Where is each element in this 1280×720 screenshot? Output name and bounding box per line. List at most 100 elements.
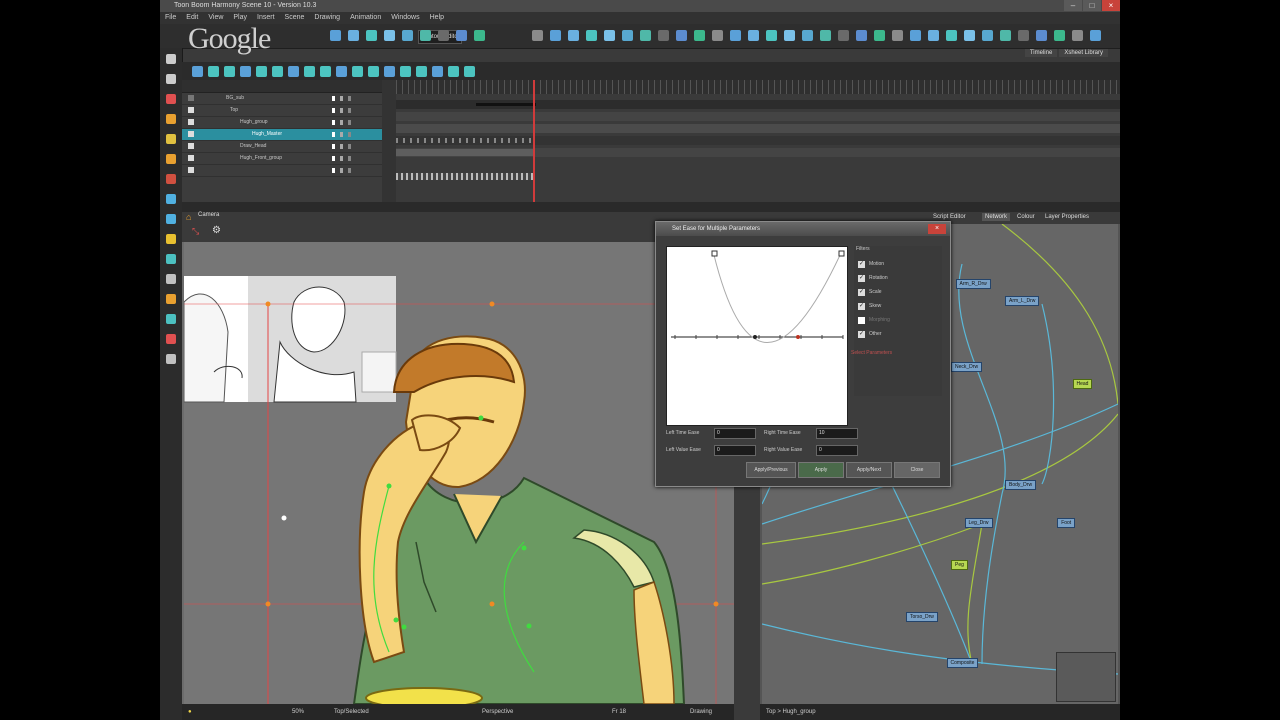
network-node[interactable]: Composite bbox=[946, 658, 979, 668]
toolbar-button-icon[interactable] bbox=[604, 30, 615, 41]
layer-toggles[interactable] bbox=[332, 96, 352, 101]
toolbar-button-icon[interactable] bbox=[838, 30, 849, 41]
left-time-ease-input[interactable]: 0 bbox=[714, 428, 756, 439]
timeline-tool-icon[interactable] bbox=[448, 66, 459, 77]
gear-icon[interactable]: ⚙ bbox=[212, 225, 221, 236]
minimize-icon[interactable]: – bbox=[1064, 0, 1082, 11]
left-value-ease-input[interactable]: 0 bbox=[714, 445, 756, 456]
ease-curve[interactable] bbox=[667, 247, 847, 425]
tool-icon[interactable] bbox=[166, 234, 176, 244]
timeline-tool-icon[interactable] bbox=[432, 66, 443, 77]
timeline-tool-icon[interactable] bbox=[208, 66, 219, 77]
layer-toggles[interactable] bbox=[332, 156, 352, 161]
maximize-icon[interactable]: □ bbox=[1083, 0, 1101, 11]
toolbar-button-icon[interactable] bbox=[550, 30, 561, 41]
menu-item-help[interactable]: Help bbox=[425, 12, 449, 24]
toolbar-button-icon[interactable] bbox=[1000, 30, 1011, 41]
filter-checkbox[interactable] bbox=[858, 316, 865, 324]
toolbar-button-icon[interactable] bbox=[694, 30, 705, 41]
apply-previous-button[interactable]: Apply/Previous bbox=[746, 462, 796, 478]
toolbar-button-icon[interactable] bbox=[892, 30, 903, 41]
timeline-tool-icon[interactable] bbox=[368, 66, 379, 77]
timeline-tool-icon[interactable] bbox=[288, 66, 299, 77]
layer-toggles[interactable] bbox=[332, 120, 352, 125]
timeline-tool-icon[interactable] bbox=[256, 66, 267, 77]
tab-layer-properties[interactable]: Layer Properties bbox=[1042, 213, 1092, 221]
toolbar-button-icon[interactable] bbox=[784, 30, 795, 41]
frame-row[interactable] bbox=[396, 160, 1120, 169]
tool-icon[interactable] bbox=[166, 354, 176, 364]
toolbar-button-icon[interactable] bbox=[568, 30, 579, 41]
timeline-tool-icon[interactable] bbox=[240, 66, 251, 77]
network-node[interactable]: Foot bbox=[1057, 518, 1076, 528]
filter-checkbox[interactable]: ✓ bbox=[858, 260, 865, 268]
network-node[interactable]: Head bbox=[1072, 379, 1093, 389]
tool-icon[interactable] bbox=[166, 294, 176, 304]
ease-curve-graph[interactable] bbox=[666, 246, 848, 426]
tool-icon[interactable] bbox=[166, 174, 176, 184]
tab-network[interactable]: Network bbox=[982, 213, 1011, 221]
toolbar-button-icon[interactable] bbox=[474, 30, 485, 41]
network-node[interactable]: Neck_Drw bbox=[951, 362, 983, 372]
tab-xsheet-library[interactable]: Xsheet Library bbox=[1059, 49, 1108, 57]
menu-item-animation[interactable]: Animation bbox=[345, 12, 386, 24]
toolbar-button-icon[interactable] bbox=[676, 30, 687, 41]
apply-next-button[interactable]: Apply/Next bbox=[846, 462, 892, 478]
toolbar-button-icon[interactable] bbox=[586, 30, 597, 41]
filter-motion[interactable]: ✓ Motion bbox=[858, 260, 884, 268]
filter-rotation[interactable]: ✓ Rotation bbox=[858, 274, 888, 282]
toolbar-button-icon[interactable] bbox=[946, 30, 957, 41]
layer-enable-checkbox[interactable] bbox=[188, 143, 194, 149]
toolbar-button-icon[interactable] bbox=[982, 30, 993, 41]
toolbar-button-icon[interactable] bbox=[1036, 30, 1047, 41]
tool-icon[interactable] bbox=[166, 54, 176, 64]
frame-row[interactable] bbox=[396, 148, 1120, 157]
layer-enable-checkbox[interactable] bbox=[188, 119, 194, 125]
layer-toggles[interactable] bbox=[332, 132, 352, 137]
keyframe-point[interactable] bbox=[796, 335, 800, 339]
timeline-tool-icon[interactable] bbox=[464, 66, 475, 77]
toolbar-button-icon[interactable] bbox=[330, 30, 341, 41]
tool-icon[interactable] bbox=[166, 254, 176, 264]
drawing-canvas[interactable] bbox=[184, 242, 734, 704]
filter-other[interactable]: ✓ Other bbox=[858, 330, 882, 338]
layer-enable-checkbox[interactable] bbox=[188, 155, 194, 161]
tool-icon[interactable] bbox=[166, 194, 176, 204]
toolbar-button-icon[interactable] bbox=[802, 30, 813, 41]
tab-timeline[interactable]: Timeline bbox=[1024, 49, 1058, 57]
layer-toggles[interactable] bbox=[332, 168, 352, 173]
toolbar-button-icon[interactable] bbox=[366, 30, 377, 41]
network-node[interactable]: Arm_R_Drw bbox=[955, 279, 991, 289]
menu-item-file[interactable]: File bbox=[160, 12, 181, 24]
layer-enable-checkbox[interactable] bbox=[188, 131, 194, 137]
network-node[interactable]: Body_Drw bbox=[1005, 480, 1037, 490]
toolbar-button-icon[interactable] bbox=[402, 30, 413, 41]
tool-icon[interactable] bbox=[166, 274, 176, 284]
layer-toggles[interactable] bbox=[332, 144, 352, 149]
tool-icon[interactable] bbox=[166, 154, 176, 164]
frame-row[interactable] bbox=[396, 124, 1120, 133]
toolbar-button-icon[interactable] bbox=[766, 30, 777, 41]
close-icon[interactable]: × bbox=[1102, 0, 1120, 11]
network-node[interactable]: Leg_Drw bbox=[964, 518, 993, 528]
menu-item-windows[interactable]: Windows bbox=[386, 12, 424, 24]
tool-icon[interactable] bbox=[166, 214, 176, 224]
toolbar-button-icon[interactable] bbox=[438, 30, 449, 41]
right-value-ease-input[interactable]: 0 bbox=[816, 445, 858, 456]
layer-row[interactable]: BG_sub bbox=[182, 93, 382, 105]
ease-handle-right[interactable] bbox=[838, 250, 845, 257]
timeline-tool-icon[interactable] bbox=[320, 66, 331, 77]
timeline-tool-icon[interactable] bbox=[416, 66, 427, 77]
layer-row[interactable] bbox=[182, 165, 382, 177]
timeline-tool-icon[interactable] bbox=[272, 66, 283, 77]
tool-icon[interactable] bbox=[166, 114, 176, 124]
menu-item-drawing[interactable]: Drawing bbox=[309, 12, 345, 24]
zoom-level[interactable]: 50% bbox=[292, 704, 304, 720]
close-button[interactable]: Close bbox=[894, 462, 940, 478]
right-time-ease-input[interactable]: 10 bbox=[816, 428, 858, 439]
layer-row[interactable]: Hugh_group bbox=[182, 117, 382, 129]
frame-row[interactable] bbox=[396, 112, 1120, 121]
timeline-tool-icon[interactable] bbox=[192, 66, 203, 77]
toolbar-button-icon[interactable] bbox=[748, 30, 759, 41]
frame-row[interactable] bbox=[396, 136, 1120, 145]
